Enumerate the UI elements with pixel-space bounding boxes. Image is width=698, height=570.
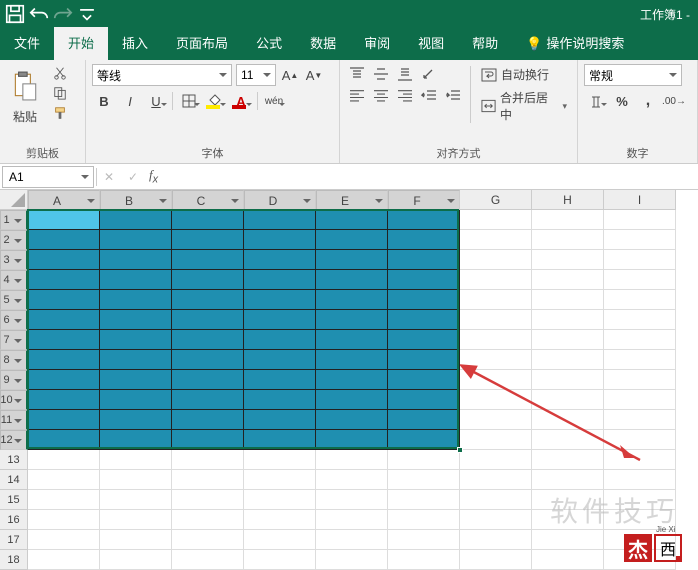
col-header-F[interactable]: F [388, 190, 460, 212]
tab-文件[interactable]: 文件 [0, 27, 54, 60]
increase-font-button[interactable]: A▲ [280, 65, 300, 85]
col-header-B[interactable]: B [100, 190, 172, 212]
align-left-button[interactable] [346, 86, 368, 106]
qat-customize[interactable] [76, 3, 98, 25]
tab-公式[interactable]: 公式 [242, 27, 296, 60]
row-header-15[interactable]: 15 [0, 490, 28, 510]
row-header-11[interactable]: 11 [0, 410, 28, 430]
merge-center-button[interactable]: 合并后居中▾ [477, 87, 571, 125]
fill-color-button[interactable] [203, 90, 227, 112]
row-header-3[interactable]: 3 [0, 250, 28, 270]
align-top-button[interactable] [346, 64, 368, 84]
phonetic-button[interactable]: wén [262, 90, 286, 112]
row-header-13[interactable]: 13 [0, 450, 28, 470]
cancel-formula-button[interactable]: ✕ [97, 170, 121, 184]
workbook-name: 工作簿1 - [640, 6, 690, 23]
row-header-5[interactable]: 5 [0, 290, 28, 310]
col-header-A[interactable]: A [28, 190, 100, 212]
cell-grid[interactable] [28, 210, 698, 570]
decrease-indent-button[interactable] [418, 86, 440, 106]
font-color-button[interactable]: A [229, 90, 253, 112]
row-header-6[interactable]: 6 [0, 310, 28, 330]
tab-帮助[interactable]: 帮助 [458, 27, 512, 60]
row-header-16[interactable]: 16 [0, 510, 28, 530]
fx-icon[interactable]: fx [145, 167, 162, 186]
font-name-select[interactable]: 等线 [92, 64, 232, 86]
save-button[interactable] [4, 3, 26, 25]
bold-button[interactable]: B [92, 90, 116, 112]
col-header-I[interactable]: I [604, 190, 676, 210]
row-header-14[interactable]: 14 [0, 470, 28, 490]
align-group-label: 对齐方式 [346, 143, 571, 161]
name-box[interactable]: A1 [2, 166, 94, 188]
borders-button[interactable] [177, 90, 201, 112]
row-header-8[interactable]: 8 [0, 350, 28, 370]
col-header-E[interactable]: E [316, 190, 388, 212]
enter-formula-button[interactable]: ✓ [121, 170, 145, 184]
underline-button[interactable]: U [144, 90, 168, 112]
tab-视图[interactable]: 视图 [404, 27, 458, 60]
number-format-select[interactable]: 常规 [584, 64, 682, 86]
accounting-format-button[interactable] [584, 90, 608, 112]
percent-button[interactable]: % [610, 90, 634, 112]
cut-button[interactable] [50, 64, 70, 82]
align-right-button[interactable] [394, 86, 416, 106]
clipboard-group-label: 剪贴板 [6, 143, 79, 161]
font-group-label: 字体 [92, 143, 333, 161]
format-painter-button[interactable] [50, 104, 70, 122]
tab-页面布局[interactable]: 页面布局 [162, 27, 242, 60]
col-header-G[interactable]: G [460, 190, 532, 210]
row-header-12[interactable]: 12 [0, 430, 28, 450]
row-header-2[interactable]: 2 [0, 230, 28, 250]
tab-插入[interactable]: 插入 [108, 27, 162, 60]
paste-button[interactable] [6, 64, 44, 108]
row-header-9[interactable]: 9 [0, 370, 28, 390]
align-middle-button[interactable] [370, 64, 392, 84]
row-header-1[interactable]: 1 [0, 210, 28, 230]
undo-button[interactable] [28, 3, 50, 25]
col-header-D[interactable]: D [244, 190, 316, 212]
col-header-H[interactable]: H [532, 190, 604, 210]
tab-开始[interactable]: 开始 [54, 27, 108, 60]
font-size-select[interactable]: 11 [236, 64, 276, 86]
redo-button[interactable] [52, 3, 74, 25]
tell-me[interactable]: 💡操作说明搜索 [512, 27, 638, 60]
orientation-button[interactable] [418, 64, 440, 84]
copy-button[interactable] [50, 84, 70, 102]
row-header-4[interactable]: 4 [0, 270, 28, 290]
align-bottom-button[interactable] [394, 64, 416, 84]
select-all-corner[interactable] [0, 190, 28, 210]
tab-审阅[interactable]: 审阅 [350, 27, 404, 60]
tab-数据[interactable]: 数据 [296, 27, 350, 60]
paste-label[interactable]: 粘贴 [13, 108, 37, 125]
formula-bar[interactable] [162, 166, 698, 188]
number-group-label: 数字 [584, 143, 691, 161]
align-center-button[interactable] [370, 86, 392, 106]
row-header-18[interactable]: 18 [0, 550, 28, 570]
wrap-text-button[interactable]: 自动换行 [477, 64, 571, 85]
italic-button[interactable]: I [118, 90, 142, 112]
comma-button[interactable]: , [636, 90, 660, 112]
increase-indent-button[interactable] [442, 86, 464, 106]
row-header-17[interactable]: 17 [0, 530, 28, 550]
row-header-7[interactable]: 7 [0, 330, 28, 350]
increase-decimal-button[interactable]: .00→ [662, 90, 686, 112]
col-header-C[interactable]: C [172, 190, 244, 212]
row-header-10[interactable]: 10 [0, 390, 28, 410]
decrease-font-button[interactable]: A▼ [304, 65, 324, 85]
